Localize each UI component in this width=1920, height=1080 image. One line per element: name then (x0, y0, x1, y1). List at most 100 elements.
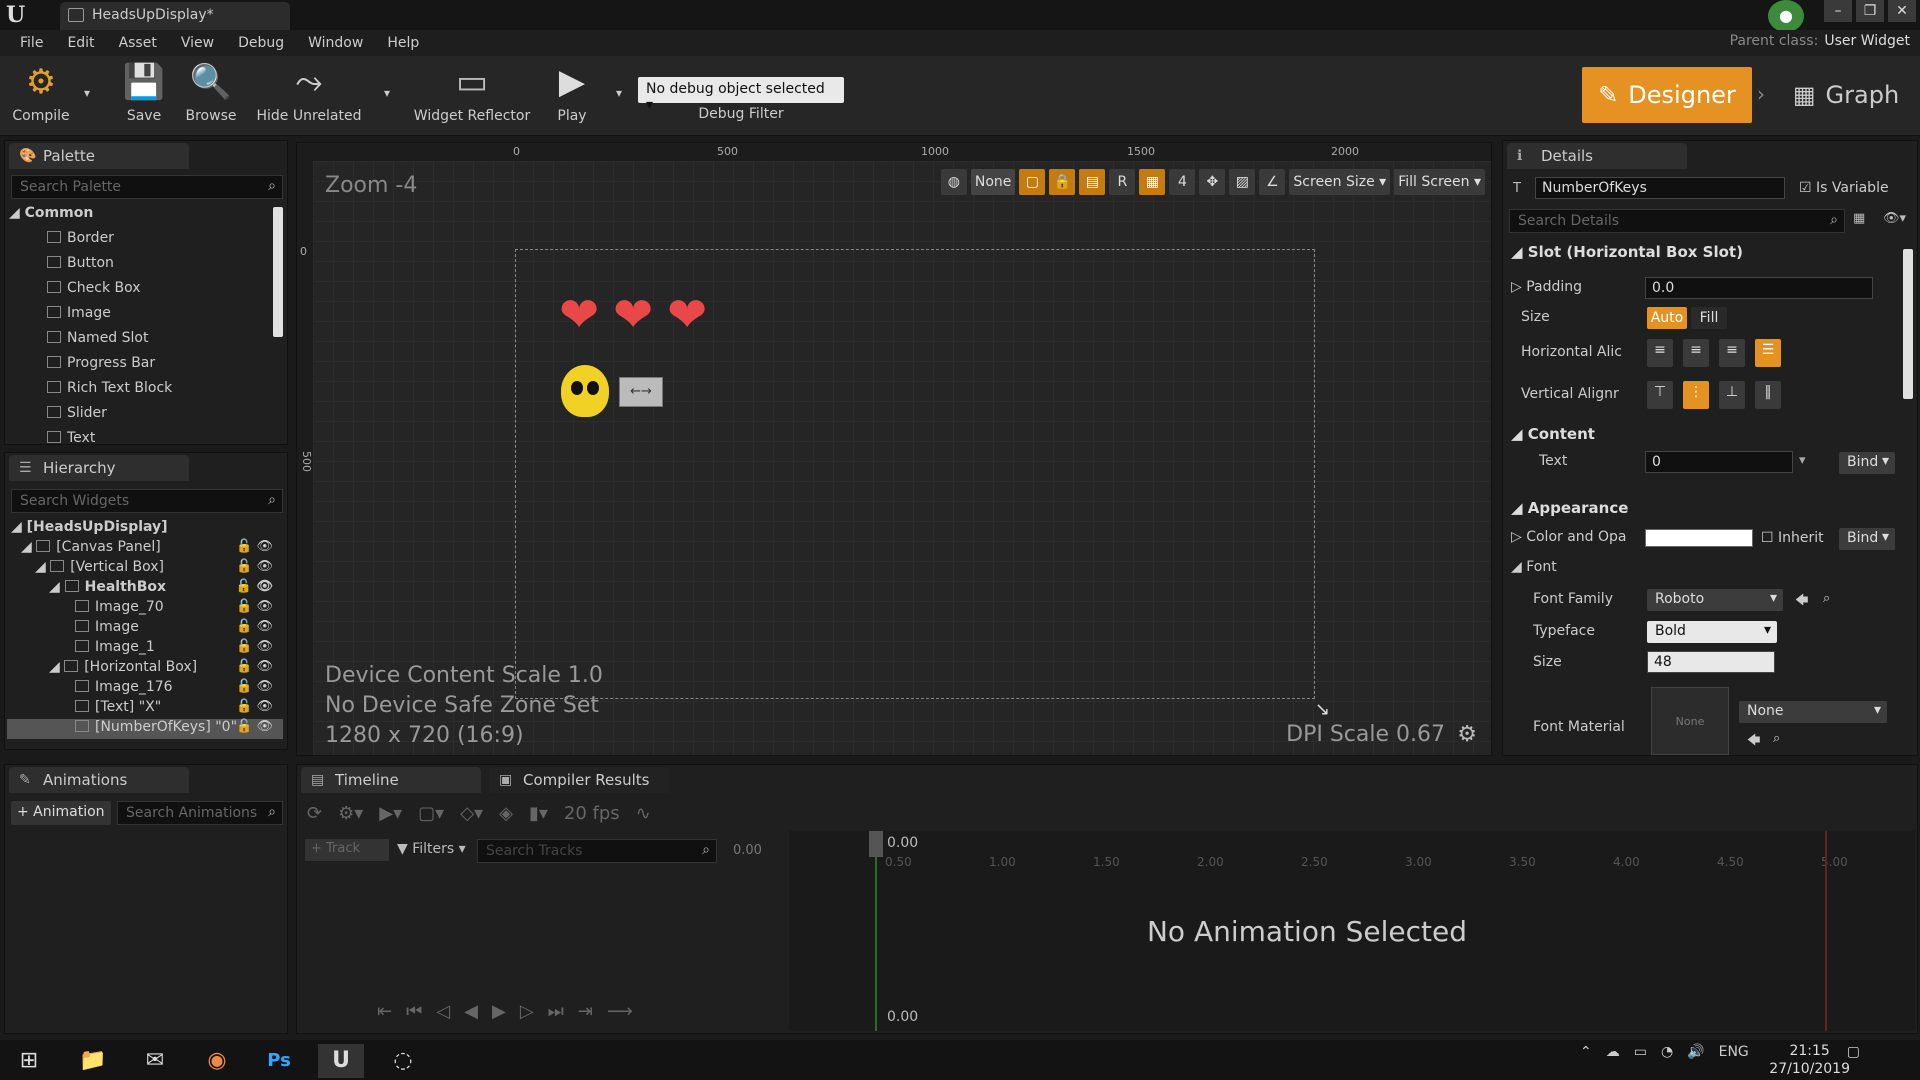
outline-toggle-icon[interactable]: ▢ (1019, 169, 1046, 195)
lock-visibility-icons[interactable]: 🔓 👁 (236, 719, 273, 734)
palette-item-named-slot[interactable]: Named Slot (47, 330, 148, 350)
view-icon[interactable]: ▢▾ (418, 803, 444, 824)
typeface-dropdown[interactable]: Bold (1647, 621, 1777, 643)
widget-reflector-button[interactable]: ▭ Widget Reflector (410, 60, 534, 132)
grid-size-value[interactable]: 4 (1169, 169, 1196, 195)
menu-file[interactable]: File (8, 35, 55, 51)
menu-asset[interactable]: Asset (107, 35, 169, 51)
play-button[interactable]: ▶ Play (546, 60, 598, 132)
start-button[interactable]: ⊞ (6, 1044, 52, 1078)
palette-scrollbar[interactable] (273, 207, 283, 337)
color-bind-dropdown[interactable]: Bind (1839, 528, 1895, 550)
browse-asset-icon[interactable]: ⌕ (1773, 731, 1780, 746)
font-row[interactable]: ◢ Font (1511, 559, 1557, 575)
tray-expand-icon[interactable]: ⌃ (1580, 1044, 1592, 1060)
tab-animations[interactable]: ✎ Animations (9, 767, 189, 793)
respect-locks-toggle[interactable]: R (1109, 169, 1136, 195)
align-center-icon[interactable]: ≡ (1683, 339, 1709, 367)
unreal-engine-icon[interactable]: U (318, 1044, 364, 1078)
lock-visibility-icons[interactable]: 🔓 👁 (236, 559, 273, 574)
loop-icon[interactable]: ⟶ (607, 1001, 633, 1022)
palette-search-input[interactable]: Search Palette ⌕ (11, 175, 283, 199)
resize-handle-icon[interactable]: ↘ (1315, 699, 1330, 720)
valign-top-icon[interactable]: ⊤ (1647, 381, 1673, 409)
playhead-handle[interactable] (869, 831, 883, 857)
timeline-track-area[interactable]: 0.50 1.00 1.50 2.00 2.50 3.00 3.50 4.00 … (789, 831, 1915, 1031)
next-key-icon[interactable]: ⏭ (548, 1001, 564, 1022)
minimize-button[interactable]: – (1824, 0, 1852, 22)
menu-view[interactable]: View (169, 35, 226, 51)
key-icon[interactable]: ◇▾ (460, 803, 483, 824)
save-button[interactable]: 💾 Save (118, 60, 170, 132)
step-back-icon[interactable]: ◁ (436, 1001, 450, 1022)
font-material-dropdown[interactable]: None (1739, 701, 1887, 723)
tab-details[interactable]: ℹ Details (1507, 143, 1687, 169)
palette-item-progress-bar[interactable]: Progress Bar (47, 355, 155, 375)
designer-mode-button[interactable]: ✎ Designer (1582, 67, 1752, 123)
palette-item-rich-text-block[interactable]: Rich Text Block (47, 380, 172, 400)
browse-button[interactable]: 🔍 Browse (180, 60, 242, 132)
palette-item-button[interactable]: Button (47, 255, 114, 275)
appearance-section-header[interactable]: ◢ Appearance (1511, 499, 1628, 517)
content-section-header[interactable]: ◢ Content (1511, 425, 1595, 443)
browse-asset-icon[interactable]: ⌕ (1823, 591, 1830, 606)
menu-help[interactable]: Help (375, 35, 431, 51)
slot-section-header[interactable]: ◢ Slot (Horizontal Box Slot) (1511, 243, 1743, 261)
inherit-checkbox[interactable]: ☐ Inherit (1761, 530, 1824, 546)
cloud-icon[interactable]: ☁ (1606, 1044, 1620, 1060)
maximize-button[interactable]: ❐ (1856, 0, 1884, 22)
menu-window[interactable]: Window (296, 35, 375, 51)
tab-hierarchy[interactable]: ☰ Hierarchy (9, 455, 189, 481)
source-control-status-icon[interactable]: ● (1768, 0, 1804, 32)
prev-key-icon[interactable]: ⏮ (406, 1001, 422, 1022)
hierarchy-row[interactable]: Image_70 🔓 👁 (75, 599, 283, 619)
tab-compiler-results[interactable]: ▣ Compiler Results (489, 767, 669, 793)
lock-visibility-icons[interactable]: 🔓 👁 (236, 579, 273, 594)
parent-class-link[interactable]: User Widget (1824, 33, 1910, 49)
lock-icon[interactable]: 🔒 (1049, 169, 1076, 195)
valign-bottom-icon[interactable]: ⊥ (1719, 381, 1745, 409)
padding-row[interactable]: ▷ Padding (1511, 279, 1582, 295)
hierarchy-search-input[interactable]: Search Widgets ⌕ (11, 489, 283, 513)
filters-dropdown[interactable]: ▼ Filters ▾ (397, 841, 466, 857)
palette-item-text[interactable]: Text (47, 430, 95, 444)
angle-icon[interactable]: ∠ (1259, 169, 1286, 195)
grid-snap-icon[interactable]: ▦ (1139, 169, 1166, 195)
is-variable-checkbox[interactable]: ☑ Is Variable (1799, 180, 1889, 196)
lock-visibility-icons[interactable]: 🔓 👁 (236, 699, 273, 714)
lock-visibility-icons[interactable]: 🔓 👁 (236, 619, 273, 634)
fill-screen-dropdown[interactable]: Fill Screen ▾ (1394, 169, 1485, 195)
palette-item-border[interactable]: Border (47, 230, 114, 250)
refresh-icon[interactable]: ⟳ (307, 803, 322, 824)
color-opacity-row[interactable]: ▷ Color and Opa (1511, 529, 1627, 545)
skull-key-image[interactable] (561, 365, 609, 417)
heart-image[interactable]: ❤ (613, 291, 653, 339)
use-selected-arrow-icon[interactable]: 🡄 (1747, 731, 1760, 753)
hide-unrelated-button[interactable]: ⤳ Hide Unrelated (254, 60, 364, 132)
lock-visibility-icons[interactable]: 🔓 👁 (236, 599, 273, 614)
volume-icon[interactable]: 🔊 (1687, 1044, 1704, 1060)
valign-center-icon[interactable]: ⋮ (1683, 381, 1709, 409)
document-tab[interactable]: HeadsUpDisplay* (60, 2, 290, 30)
hierarchy-row-selected[interactable]: [NumberOfKeys] "0" 🔓 👁 (7, 719, 283, 739)
size-fill-button[interactable]: Fill (1691, 307, 1727, 329)
font-family-dropdown[interactable]: Roboto (1647, 589, 1783, 611)
file-explorer-icon[interactable]: 📁 (70, 1044, 116, 1078)
number-of-keys-widget[interactable]: ←→ (619, 377, 663, 407)
hierarchy-row[interactable]: ◢ [Canvas Panel] 🔓 👁 (21, 539, 283, 559)
size-auto-button[interactable]: Auto (1647, 307, 1687, 329)
photoshop-icon[interactable]: Ps (256, 1044, 302, 1078)
details-scrollbar[interactable] (1903, 249, 1913, 399)
hierarchy-row[interactable]: Image_176 🔓 👁 (75, 679, 283, 699)
screen-size-dropdown[interactable]: Screen Size ▾ (1289, 169, 1391, 195)
play-reverse-icon[interactable]: ◀ (464, 1001, 478, 1022)
record-icon[interactable]: ▮▾ (529, 803, 548, 824)
compile-button[interactable]: ⚙ Compile (6, 60, 76, 132)
align-right-icon[interactable]: ≡ (1719, 339, 1745, 367)
align-left-icon[interactable]: ≡ (1647, 339, 1673, 367)
align-fill-icon[interactable]: ☰ (1755, 339, 1781, 367)
auto-key-icon[interactable]: ◈ (499, 803, 513, 824)
network-icon[interactable]: ◔ (1661, 1044, 1673, 1060)
add-animation-button[interactable]: + Animation (11, 801, 111, 825)
font-size-field[interactable]: 48 (1647, 651, 1775, 673)
